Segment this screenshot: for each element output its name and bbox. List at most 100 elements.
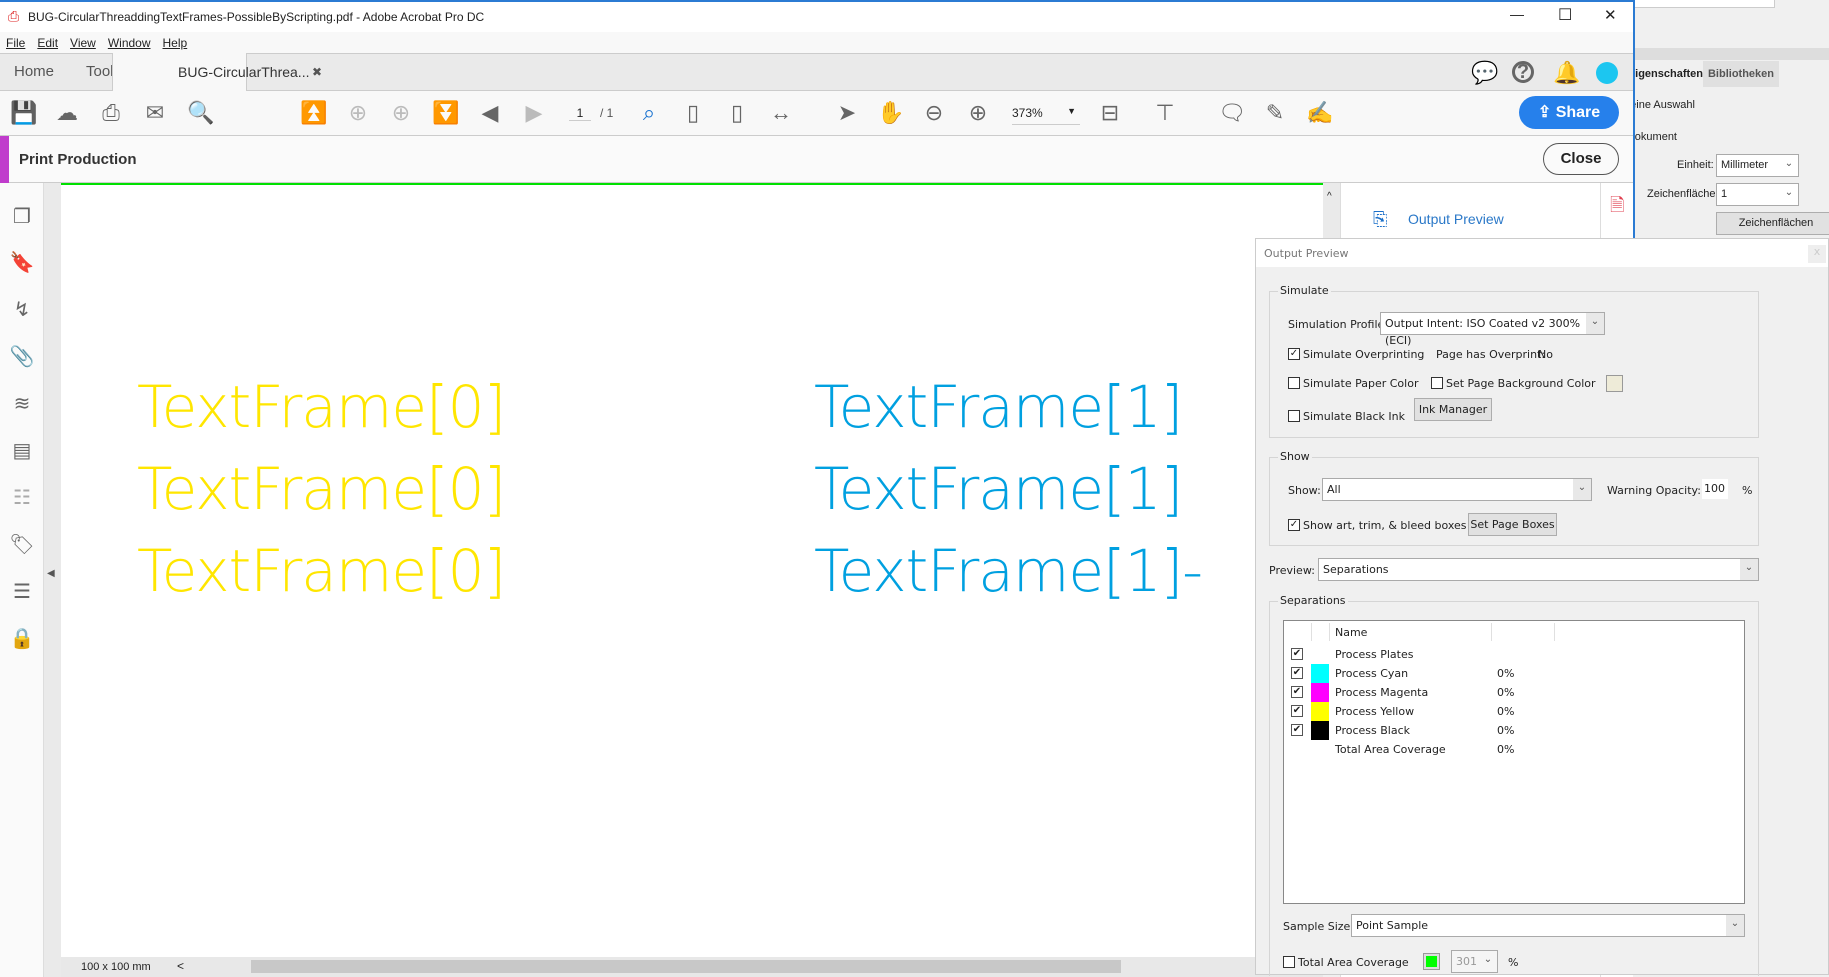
tac-color-swatch[interactable] — [1423, 953, 1440, 970]
tab-home[interactable]: Home — [14, 63, 54, 80]
no-selection-label: Keine Auswahl — [1635, 99, 1695, 111]
layers-icon[interactable]: ≋ — [9, 392, 35, 416]
warning-opacity-percent: % — [1742, 484, 1753, 497]
separation-name: Process Yellow — [1335, 705, 1415, 718]
save-icon[interactable]: 💾 — [10, 101, 37, 125]
menu-help[interactable]: Help — [163, 36, 188, 50]
notification-bell-icon[interactable]: 🔔 — [1553, 61, 1580, 85]
tags-icon[interactable]: 🏷 — [9, 533, 35, 557]
upload-cloud-icon[interactable]: ☁ — [54, 101, 80, 125]
zoom-in-icon[interactable]: ⊕ — [965, 101, 991, 125]
tac-value-select[interactable]: 301 ⌄ — [1451, 950, 1498, 973]
hand-tool-icon[interactable]: ✋ — [877, 101, 904, 125]
highlight-pen-icon[interactable]: ✎ — [1262, 101, 1288, 125]
content-tree-icon[interactable]: ☰ — [9, 580, 35, 604]
separation-checkbox[interactable]: ✔ — [1291, 686, 1303, 698]
output-preview-link[interactable]: Output Preview — [1408, 211, 1504, 227]
close-tool-button[interactable]: Close — [1543, 143, 1619, 175]
unit-label: Einheit: — [1677, 159, 1714, 171]
next-page-icon[interactable]: ⊕ — [388, 101, 414, 125]
page-content-icon[interactable]: ▤ — [9, 439, 35, 463]
sample-size-select[interactable]: Point Sample ⌄ — [1351, 914, 1745, 937]
dialog-close-button[interactable]: x — [1808, 245, 1826, 263]
menu-window[interactable]: Window — [108, 36, 151, 50]
artboard-select[interactable]: 1 ⌄ — [1716, 183, 1799, 206]
separation-checkbox[interactable]: ✔ — [1291, 667, 1303, 679]
fit-page-icon[interactable]: ▯ — [724, 101, 750, 125]
column-name-header: Name — [1335, 626, 1368, 639]
bookmarks-icon[interactable]: 🔖 — [9, 251, 35, 275]
find-zoom-icon[interactable]: 🔍 — [187, 101, 214, 125]
simulation-profile-select[interactable]: Output Intent: ISO Coated v2 300% (ECI) ⌄ — [1380, 312, 1605, 347]
tab-close-icon[interactable]: ✖ — [312, 65, 322, 79]
menu-edit[interactable]: Edit — [37, 36, 58, 50]
separation-percent: 0% — [1497, 686, 1515, 699]
unit-select[interactable]: Millimeter ⌄ — [1716, 154, 1799, 177]
minimize-button[interactable]: — — [1510, 6, 1524, 22]
avatar[interactable] — [1596, 62, 1618, 84]
warning-opacity-input[interactable]: 100 — [1702, 479, 1728, 499]
total-area-coverage-checkbox[interactable] — [1283, 956, 1295, 968]
fill-sign-icon[interactable]: ✍ — [1306, 101, 1333, 125]
simulate-paper-color-checkbox[interactable] — [1288, 377, 1300, 389]
preview-select[interactable]: Separations ⌄ — [1318, 558, 1759, 581]
show-select[interactable]: All ⌄ — [1322, 478, 1592, 501]
print-icon[interactable]: ⎙ — [98, 101, 124, 125]
separation-checkbox[interactable]: ✔ — [1291, 648, 1303, 660]
simulate-overprinting-checkbox[interactable]: ✓ — [1288, 348, 1300, 360]
close-window-button[interactable]: ✕ — [1604, 6, 1617, 24]
show-group: Show Show: All ⌄ Warning Opacity: 100 % ✓… — [1269, 450, 1759, 546]
set-page-background-checkbox[interactable] — [1431, 377, 1443, 389]
zoom-level-select[interactable]: 373% ▼ — [1012, 106, 1080, 125]
collapse-arrow-icon[interactable]: ◀ — [47, 568, 55, 579]
menu-view[interactable]: View — [70, 36, 96, 50]
email-icon[interactable]: ✉ — [142, 101, 168, 125]
stock-search-input[interactable]: Adobe Stock durchsuchen — [1625, 0, 1775, 8]
dialog-title: Output Preview — [1264, 247, 1349, 260]
add-comment-icon[interactable]: 🗨 — [1218, 101, 1246, 125]
page-background-color-swatch[interactable] — [1606, 375, 1623, 392]
tac-percent: % — [1508, 956, 1519, 969]
warning-opacity-label: Warning Opacity: — [1607, 484, 1701, 497]
tab-libraries[interactable]: Bibliotheken — [1703, 61, 1779, 87]
page-thumbnails-icon[interactable]: ❐ — [9, 205, 35, 229]
last-page-icon[interactable]: ⏬ — [432, 101, 459, 125]
simulate-paper-color-label: Simulate Paper Color — [1303, 377, 1419, 390]
separation-checkbox[interactable]: ✔ — [1291, 705, 1303, 717]
edit-artboards-button[interactable]: Zeichenflächen bearbeiten — [1716, 212, 1829, 250]
attachments-icon[interactable]: 📎 — [9, 345, 35, 369]
separations-header: Name — [1284, 621, 1744, 643]
first-page-icon[interactable]: ⏫ — [300, 101, 327, 125]
next-view-icon[interactable]: ▶ — [521, 101, 547, 125]
previous-page-icon[interactable]: ⊕ — [345, 101, 371, 125]
scroll-thumb[interactable] — [251, 960, 1121, 973]
order-icon[interactable]: ↯ — [9, 298, 35, 322]
menu-file[interactable]: File — [6, 36, 25, 50]
horizontal-scrollbar[interactable]: 100 x 100 mm < — [61, 957, 1323, 977]
ink-manager-button[interactable]: Ink Manager — [1414, 398, 1492, 421]
marquee-zoom-icon[interactable]: ⌕ — [636, 101, 662, 125]
share-button[interactable]: ⇪ Share — [1519, 96, 1619, 129]
fit-width-icon[interactable]: ↔ — [768, 101, 794, 125]
scroll-left-icon[interactable]: < — [177, 959, 184, 973]
security-icon[interactable]: 🔒 — [9, 627, 35, 651]
print-production-title: Print Production — [19, 151, 137, 168]
help-icon[interactable]: ? — [1512, 61, 1534, 83]
page-display-icon[interactable]: ⊟ — [1097, 101, 1123, 125]
zoom-out-icon[interactable]: ⊖ — [921, 101, 947, 125]
set-page-boxes-button[interactable]: Set Page Boxes — [1468, 513, 1557, 536]
scroll-up-icon[interactable]: ^ — [1327, 191, 1332, 202]
maximize-button[interactable]: ☐ — [1558, 5, 1572, 25]
measure-tool-icon[interactable]: ⊤ — [1152, 101, 1178, 125]
pdf-file-icon[interactable]: 🗎 — [1610, 193, 1624, 223]
page-number-input[interactable]: 1 — [569, 106, 591, 121]
separation-checkbox[interactable]: ✔ — [1291, 724, 1303, 736]
select-cursor-icon[interactable]: ➤ — [834, 101, 860, 125]
actual-size-icon[interactable]: ▯ — [680, 101, 706, 125]
fields-icon[interactable]: ☷ — [9, 486, 35, 510]
simulate-black-ink-checkbox[interactable] — [1288, 410, 1300, 422]
comment-bubble-icon[interactable]: 💬 — [1471, 61, 1498, 85]
show-boxes-checkbox[interactable]: ✓ — [1288, 519, 1300, 531]
tab-properties[interactable]: Eigenschaften — [1635, 61, 1703, 87]
previous-view-icon[interactable]: ◀ — [477, 101, 503, 125]
